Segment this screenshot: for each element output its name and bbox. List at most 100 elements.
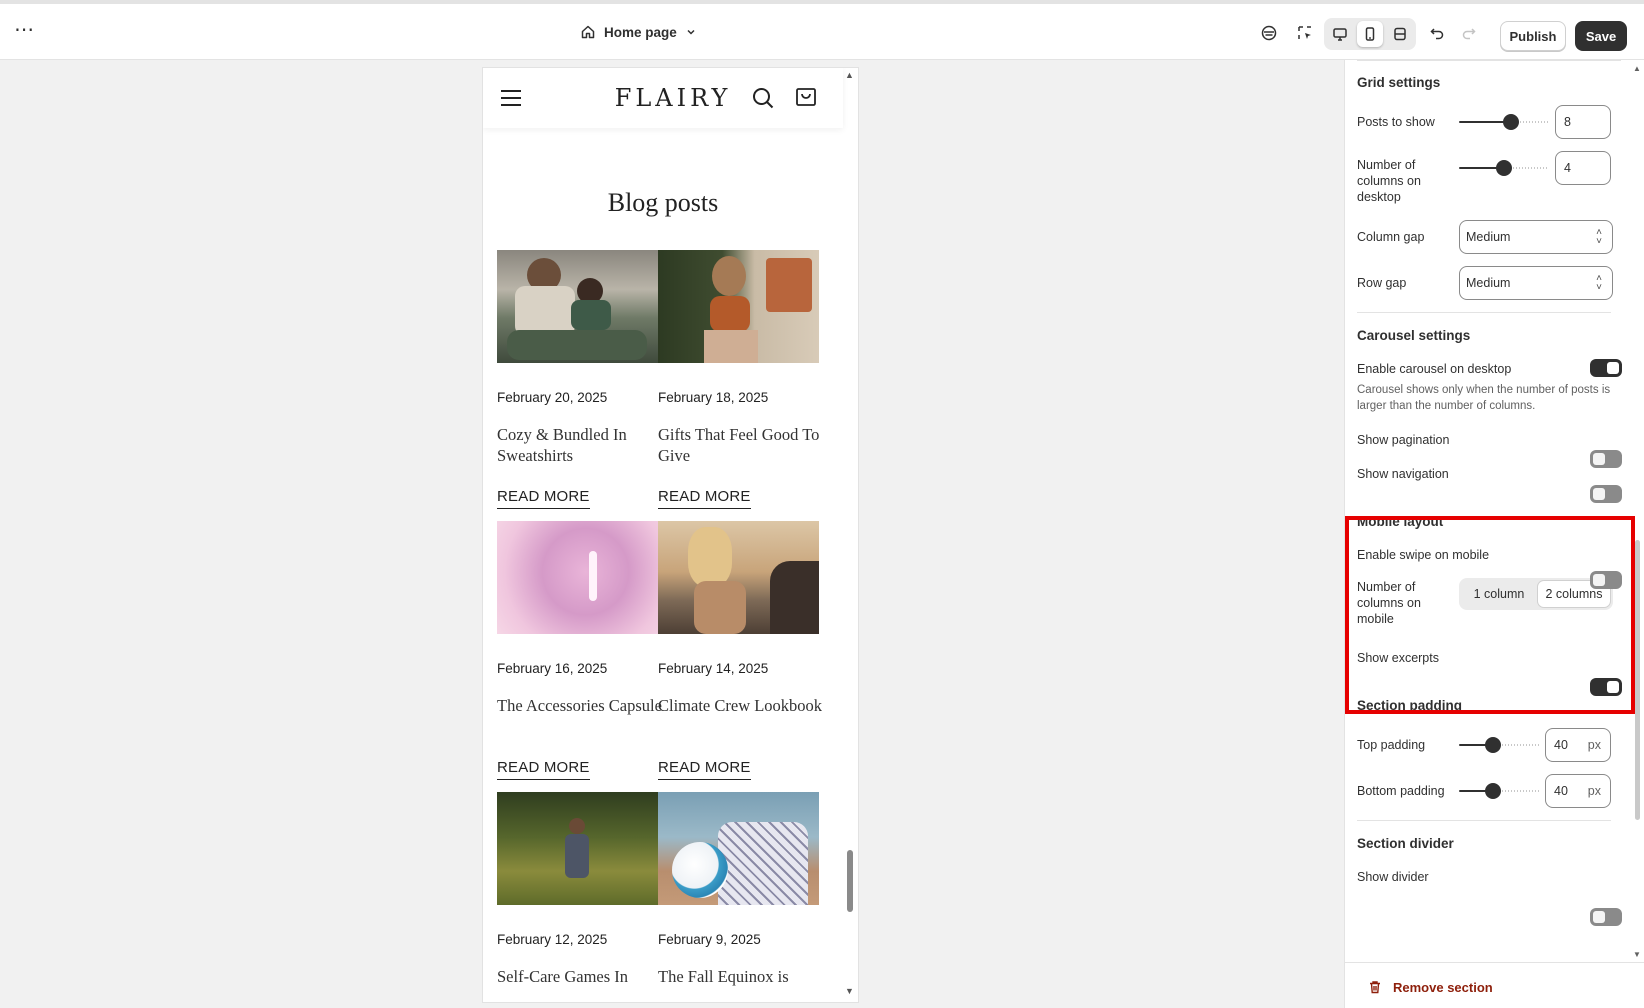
toggle-knob [1607, 362, 1619, 374]
show-excerpts-label: Show excerpts [1357, 651, 1439, 665]
desktop-columns-slider[interactable] [1459, 158, 1549, 178]
post-image[interactable] [658, 521, 819, 634]
preview-scroll-down-icon[interactable]: ▼ [845, 986, 854, 996]
store-logo[interactable]: FLAIRY [603, 84, 743, 112]
select-element-icon[interactable] [1292, 20, 1318, 46]
carousel-help-text: Carousel shows only when the number of p… [1357, 384, 1611, 412]
post-date: February 9, 2025 [658, 932, 761, 947]
inspector-icon[interactable] [1256, 20, 1282, 46]
remove-section-bar: Remove section [1345, 962, 1644, 1008]
post-image[interactable] [497, 792, 658, 905]
panel-scroll-up-icon[interactable]: ▲ [1633, 64, 1641, 73]
home-icon [581, 25, 595, 39]
save-button[interactable]: Save [1575, 21, 1627, 51]
blog-post-card[interactable]: February 16, 2025 The Accessories Capsul… [497, 521, 662, 780]
top-padding-input[interactable]: 40 px [1545, 728, 1611, 762]
desktop-columns-value: 4 [1564, 161, 1571, 175]
slider-knob[interactable] [1496, 160, 1512, 176]
section-padding-heading: Section padding [1357, 698, 1463, 713]
panel-scroll-down-icon[interactable]: ▼ [1633, 950, 1641, 959]
column-gap-select[interactable]: Medium ˄ ˅ [1459, 220, 1613, 254]
preview-scrollbar[interactable] [847, 850, 853, 912]
post-date: February 14, 2025 [658, 661, 769, 676]
bottom-padding-input[interactable]: 40 px [1545, 774, 1611, 808]
bottom-padding-slider[interactable] [1459, 781, 1539, 801]
post-date: February 12, 2025 [497, 932, 608, 947]
posts-to-show-value: 8 [1564, 115, 1571, 129]
store-preview: FLAIRY ▲ ▼ Blog posts February 20, 2025 … [483, 68, 858, 1002]
show-navigation-toggle[interactable] [1590, 485, 1622, 503]
post-title[interactable]: Climate Crew Lookbook [658, 695, 823, 716]
show-navigation-label: Show navigation [1357, 467, 1449, 481]
enable-carousel-label: Enable carousel on desktop [1357, 362, 1512, 376]
post-title[interactable]: The Accessories Capsule [497, 695, 662, 716]
section-settings-panel: Grid settings Posts to show 8 Number of … [1344, 60, 1644, 1008]
bottom-padding-label: Bottom padding [1357, 784, 1445, 798]
posts-to-show-slider[interactable] [1459, 112, 1549, 132]
post-image[interactable] [658, 792, 819, 905]
remove-section-button[interactable]: Remove section [1367, 979, 1493, 995]
blog-post-card[interactable]: February 20, 2025 Cozy & Bundled In Swea… [497, 250, 658, 509]
slider-knob[interactable] [1485, 783, 1501, 799]
toggle-knob [1593, 911, 1605, 923]
blog-post-card[interactable]: February 18, 2025 Gifts That Feel Good T… [658, 250, 819, 509]
posts-to-show-input[interactable]: 8 [1555, 105, 1611, 139]
more-actions-icon[interactable]: ⋯ [10, 18, 38, 46]
viewport-switcher [1324, 18, 1416, 50]
publish-button[interactable]: Publish [1500, 21, 1566, 51]
show-excerpts-toggle[interactable] [1590, 678, 1622, 696]
menu-icon[interactable] [501, 90, 521, 106]
one-column-option[interactable]: 1 column [1462, 581, 1536, 607]
slider-knob[interactable] [1485, 737, 1501, 753]
undo-icon[interactable] [1424, 20, 1450, 46]
read-more-link[interactable]: READ MORE [497, 759, 590, 780]
desktop-columns-input[interactable]: 4 [1555, 151, 1611, 185]
px-unit: px [1587, 738, 1601, 752]
remove-section-label: Remove section [1393, 979, 1493, 995]
show-divider-toggle[interactable] [1590, 908, 1622, 926]
show-divider-label: Show divider [1357, 870, 1429, 884]
toggle-knob [1593, 453, 1605, 465]
row-gap-select[interactable]: Medium ˄ ˅ [1459, 266, 1613, 300]
toggle-knob [1607, 681, 1619, 693]
show-pagination-toggle[interactable] [1590, 450, 1622, 468]
toggle-knob [1593, 488, 1605, 500]
post-date: February 16, 2025 [497, 661, 608, 676]
enable-swipe-toggle[interactable] [1590, 571, 1622, 589]
blog-post-card[interactable]: February 9, 2025 The Fall Equinox is [658, 792, 819, 986]
column-gap-value: Medium [1466, 230, 1511, 244]
read-more-link[interactable]: READ MORE [497, 488, 590, 509]
blog-post-card[interactable]: February 14, 2025 Climate Crew Lookbook … [658, 521, 822, 780]
redo-icon[interactable] [1456, 20, 1482, 46]
slider-knob[interactable] [1503, 114, 1519, 130]
panel-scroll-thumb[interactable] [1635, 540, 1640, 820]
post-title[interactable]: Cozy & Bundled In Sweatshirts [497, 424, 662, 466]
trash-icon [1370, 981, 1380, 994]
enable-carousel-toggle[interactable] [1590, 359, 1622, 377]
blog-post-card[interactable]: February 12, 2025 Self-Care Games In [497, 792, 658, 986]
post-image[interactable] [658, 250, 819, 363]
mobile-view-icon[interactable] [1357, 21, 1383, 47]
show-pagination-label: Show pagination [1357, 433, 1450, 447]
search-icon[interactable] [751, 86, 775, 115]
top-padding-value: 40 [1554, 738, 1568, 752]
row-gap-label: Row gap [1357, 276, 1407, 290]
toggle-knob [1593, 574, 1605, 586]
post-title[interactable]: The Fall Equinox is [658, 966, 823, 987]
enable-swipe-label: Enable swipe on mobile [1357, 548, 1490, 562]
post-image[interactable] [497, 250, 658, 363]
mobile-columns-label: Number of columns on mobile [1357, 580, 1421, 626]
panel-scrollbar[interactable]: ▲ ▼ [1633, 64, 1643, 960]
preview-scroll-up-icon[interactable]: ▲ [845, 70, 854, 80]
page-selector[interactable]: Home page [580, 16, 697, 48]
top-padding-slider[interactable] [1459, 735, 1539, 755]
cart-icon[interactable] [795, 86, 817, 113]
post-title[interactable]: Self-Care Games In [497, 966, 662, 987]
read-more-link[interactable]: READ MORE [658, 488, 751, 509]
post-title[interactable]: Gifts That Feel Good To Give [658, 424, 823, 466]
fullwidth-view-icon[interactable] [1387, 21, 1413, 47]
post-image[interactable] [497, 521, 658, 634]
read-more-link[interactable]: READ MORE [658, 759, 751, 780]
post-date: February 20, 2025 [497, 390, 608, 405]
desktop-view-icon[interactable] [1327, 21, 1353, 47]
